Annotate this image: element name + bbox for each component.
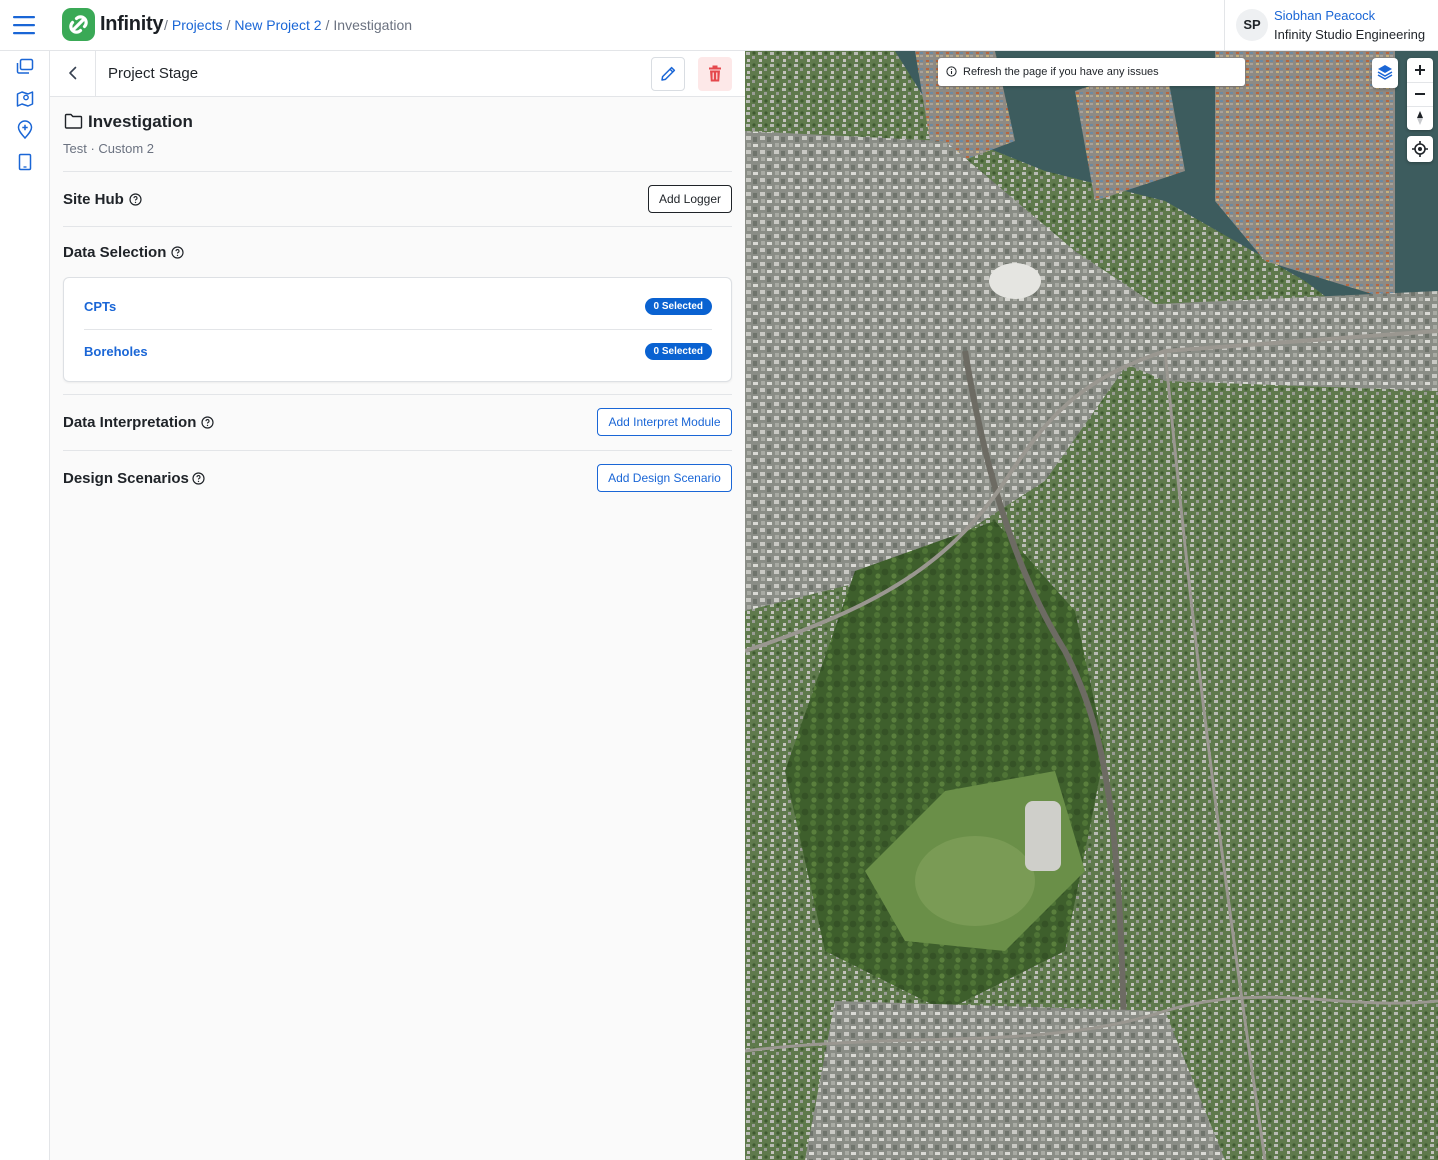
compass-icon <box>1417 111 1423 125</box>
zoom-out-button[interactable] <box>1407 82 1433 106</box>
help-icon[interactable] <box>171 246 184 259</box>
breadcrumb-projects[interactable]: Projects <box>172 17 223 33</box>
zoom-out-icon <box>1415 93 1425 95</box>
menu-icon[interactable] <box>12 14 36 36</box>
help-icon[interactable] <box>192 472 205 485</box>
map-imagery <box>745 51 1438 1160</box>
location-icon[interactable] <box>15 120 35 140</box>
locate-control <box>1407 136 1433 162</box>
satellite-map[interactable]: Refresh the page if you have any issues <box>745 51 1438 1160</box>
avatar: SP <box>1236 9 1268 41</box>
chevron-left-icon <box>69 66 77 80</box>
compass-button[interactable] <box>1407 106 1433 130</box>
help-icon[interactable] <box>201 416 214 429</box>
folder-icon <box>64 113 83 129</box>
top-bar: Infinity / Projects / New Project 2/Investi… <box>0 0 1438 51</box>
trash-icon <box>709 65 721 82</box>
divider <box>63 450 732 451</box>
data-selection-title: Data Selection <box>63 244 167 261</box>
edit-button[interactable] <box>651 57 685 91</box>
project-stage-panel: Project Stage Investigation Test · Custo… <box>50 51 745 1160</box>
add-interpret-module-button[interactable]: Add Interpret Module <box>597 408 732 436</box>
boreholes-link[interactable]: Boreholes <box>84 344 148 359</box>
locate-icon <box>1412 141 1428 157</box>
layers-control <box>1372 58 1398 88</box>
data-interpretation-title: Data Interpretation <box>63 414 197 431</box>
user-name[interactable]: Siobhan Peacock <box>1274 8 1375 23</box>
boreholes-selected-badge[interactable]: 0 Selected <box>644 343 712 360</box>
stage-subtitle: Test · Custom 2 <box>63 141 155 156</box>
info-icon <box>946 66 957 77</box>
back-button[interactable] <box>50 51 96 96</box>
breadcrumb-current: Investigation <box>333 17 413 33</box>
pencil-icon <box>661 66 676 81</box>
layers-button[interactable] <box>1372 61 1398 85</box>
cpts-selected-badge[interactable]: 0 Selected <box>644 298 712 315</box>
refresh-notice-text: Refresh the page if you have any issues <box>963 66 1159 78</box>
map-icon[interactable] <box>15 89 35 109</box>
divider <box>63 394 732 395</box>
design-scenarios-title: Design Scenarios <box>63 470 189 487</box>
data-selection-card: CPTs 0 Selected Boreholes 0 Selected <box>63 277 732 382</box>
zoom-in-icon <box>1415 65 1425 75</box>
panel-title: Project Stage <box>108 65 199 82</box>
breadcrumb: / Projects / New Project 2/Investigation <box>164 17 413 33</box>
stage-name: Investigation <box>88 112 193 131</box>
site-hub-title: Site Hub <box>63 191 124 208</box>
card-divider <box>84 329 712 330</box>
logo-icon[interactable] <box>62 8 95 41</box>
projects-icon[interactable] <box>15 57 35 77</box>
panel-header: Project Stage <box>50 51 745 97</box>
locate-button[interactable] <box>1407 137 1433 161</box>
left-rail <box>0 51 50 1160</box>
brand-name: Infinity <box>100 13 164 35</box>
help-icon[interactable] <box>129 193 142 206</box>
breadcrumb-project[interactable]: New Project 2 <box>234 17 321 33</box>
layers-icon <box>1377 65 1393 80</box>
divider <box>63 226 732 227</box>
delete-button[interactable] <box>698 57 732 91</box>
tablet-icon[interactable] <box>15 152 35 172</box>
add-design-scenario-button[interactable]: Add Design Scenario <box>597 464 732 492</box>
user-menu[interactable]: SP Siobhan Peacock Infinity Studio Engin… <box>1224 0 1438 50</box>
zoom-control <box>1407 58 1433 130</box>
user-org: Infinity Studio Engineering <box>1274 27 1426 42</box>
divider <box>63 171 732 172</box>
cpts-link[interactable]: CPTs <box>84 299 116 314</box>
refresh-notice: Refresh the page if you have any issues <box>938 58 1245 86</box>
add-logger-button[interactable]: Add Logger <box>648 185 732 213</box>
zoom-in-button[interactable] <box>1407 58 1433 82</box>
